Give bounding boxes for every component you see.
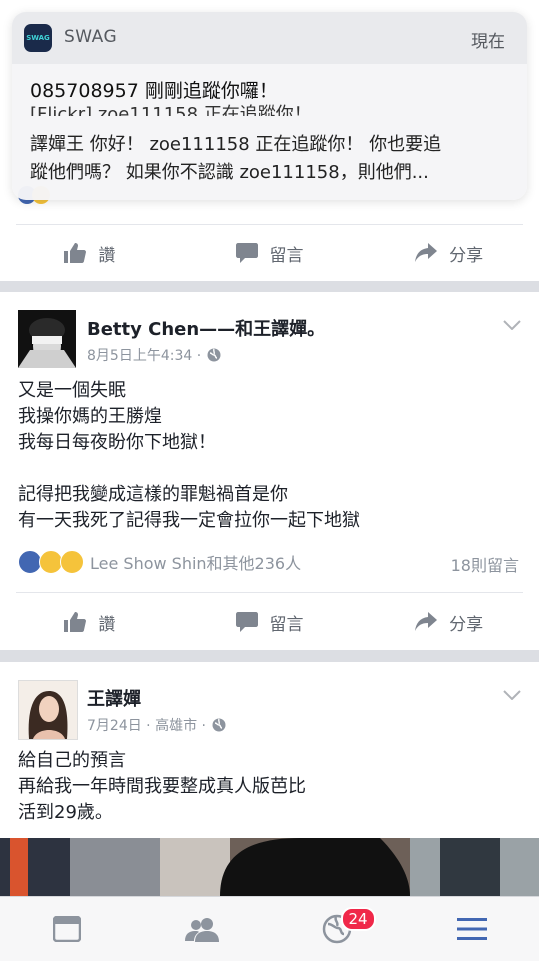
post-meta: 7月24日 · 高雄市 ·	[87, 715, 226, 735]
thumbs-up-icon	[64, 243, 87, 263]
thumbs-up-icon	[64, 612, 87, 632]
tab-menu[interactable]	[404, 897, 539, 961]
reaction-names: Lee Show Shin和其他236人	[90, 554, 302, 573]
comment-icon	[235, 612, 258, 632]
comment-label: 留言	[269, 614, 304, 635]
notification-time: 現在	[471, 32, 505, 52]
friends-icon	[185, 918, 220, 942]
comment-button[interactable]: 留言	[180, 594, 360, 650]
menu-icon	[456, 918, 487, 940]
sad-reaction-icon	[60, 550, 84, 574]
notification-app-name: SWAG	[64, 27, 118, 47]
notification-preview-line3: 蹤他們嗎？ 如果你不認識 zoe111158，則他們...	[30, 162, 429, 183]
chevron-down-icon[interactable]	[503, 320, 521, 330]
post-body: 給自己的預言 再給我一年時間我要整成真人版芭比 活到29歲。	[18, 750, 306, 823]
like-button[interactable]: 讚	[0, 594, 180, 650]
avatar[interactable]	[18, 680, 78, 740]
avatar[interactable]	[18, 310, 76, 368]
share-button[interactable]: 分享	[359, 225, 539, 281]
tab-notifications[interactable]: 24	[270, 897, 405, 961]
globe-icon	[207, 348, 221, 362]
post-photo[interactable]	[0, 838, 539, 896]
like-button[interactable]: 讚	[0, 225, 180, 281]
comment-icon	[235, 243, 258, 263]
notification-badge: 24	[340, 907, 376, 931]
share-label: 分享	[449, 614, 484, 635]
share-label: 分享	[449, 245, 484, 266]
photo-image	[0, 838, 539, 896]
globe-icon	[212, 718, 226, 732]
post-meta: 8月5日上午4:34 ·	[87, 345, 221, 365]
divider	[16, 592, 523, 593]
like-label: 讚	[98, 614, 116, 635]
notification-message: 085708957 剛剛追蹤你囉！	[30, 80, 278, 102]
share-button[interactable]: 分享	[359, 594, 539, 650]
avatar-image	[19, 681, 77, 739]
avatar-image	[18, 310, 76, 368]
bottom-tab-bar: 24	[0, 896, 539, 961]
post-card: 王譯嬋 7月24日 · 高雄市 · 給自己的預言 再給我一年時間我要整成真人版芭…	[0, 662, 539, 896]
comments-count[interactable]: 18則留言	[451, 552, 519, 576]
comment-label: 留言	[269, 245, 304, 266]
post-card: Betty Chen——和王譯嬋。 8月5日上午4:34 · 又是一個失眠 我操…	[0, 292, 539, 650]
tab-news-feed[interactable]	[0, 897, 135, 961]
share-icon	[415, 612, 438, 631]
push-notification[interactable]: SWAG SWAG 現在 085708957 剛剛追蹤你囉！ [Flickr] …	[12, 12, 527, 200]
news-feed-icon	[53, 916, 82, 942]
swag-app-icon: SWAG	[24, 24, 52, 52]
post-author[interactable]: 王譯嬋	[87, 685, 141, 711]
chevron-down-icon[interactable]	[503, 690, 521, 700]
notification-header: SWAG SWAG 現在	[12, 12, 527, 64]
notification-preview-line2: 譯嬋王 你好！ zoe111158 正在追蹤你！ 你也要追	[30, 134, 442, 155]
notification-preview-line1: [Flickr] zoe111158 正在追蹤你！	[30, 104, 312, 116]
post-timestamp: 7月24日 · 高雄市 ·	[87, 718, 206, 734]
like-label: 讚	[98, 245, 116, 266]
reaction-summary[interactable]: Lee Show Shin和其他236人	[18, 550, 301, 574]
tab-friend-requests[interactable]	[135, 897, 270, 961]
comment-button[interactable]: 留言	[180, 225, 360, 281]
post-timestamp: 8月5日上午4:34 ·	[87, 348, 202, 364]
share-icon	[415, 243, 438, 262]
post-body: 又是一個失眠 我操你媽的王勝煌 我每日每夜盼你下地獄！ 記得把我變成這樣的罪魁禍…	[18, 380, 360, 531]
post-author[interactable]: Betty Chen——和王譯嬋。	[87, 315, 325, 341]
